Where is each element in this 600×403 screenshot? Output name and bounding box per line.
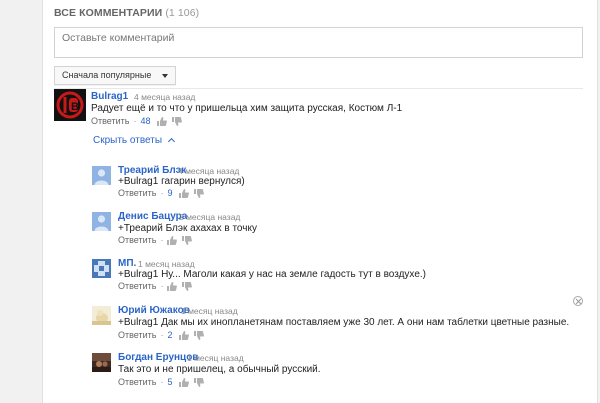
comment-box[interactable]	[54, 27, 583, 58]
thumb-down-icon[interactable]	[193, 330, 204, 340]
thumb-up-icon[interactable]	[167, 235, 178, 245]
close-icon[interactable]	[573, 296, 583, 306]
thumb-up-icon[interactable]	[156, 116, 167, 126]
comment-text: +Bulrag1 Дак мы их инопланетянам поставл…	[118, 317, 570, 328]
caret-down-icon	[162, 74, 169, 78]
reply-button[interactable]: Ответить	[118, 377, 156, 387]
comment-text: +Bulrag1 гагарин вернулся)	[118, 176, 245, 187]
comment-input[interactable]	[55, 28, 582, 57]
thumb-up-icon[interactable]	[178, 377, 189, 387]
like-count: 5	[167, 377, 173, 387]
like-count: 9	[167, 188, 173, 198]
comment-time[interactable]: 1 месяц назад	[138, 259, 195, 269]
comment-text: +Bulrag1 Ну... Маголи какая у нас на зем…	[118, 269, 426, 280]
thumb-down-icon[interactable]	[182, 281, 193, 291]
comment-author[interactable]: Треарий Блэк	[118, 165, 186, 176]
separator: ·	[160, 188, 164, 198]
comment-author[interactable]: Bulrag1	[91, 91, 128, 102]
comment-time[interactable]: 1 месяц назад	[181, 306, 238, 316]
comment-actions: Ответить ·	[118, 281, 197, 291]
thumb-up-icon[interactable]	[178, 330, 189, 340]
avatar-photo-icon[interactable]	[92, 353, 111, 372]
reply-item: Денис Бацура 2 месяца назад +Треарий Блэ…	[92, 211, 572, 247]
like-count: 48	[140, 116, 151, 126]
like-count: 2	[167, 330, 173, 340]
sort-label: Сначала популярные	[62, 70, 152, 80]
avatar-default-icon[interactable]	[92, 166, 111, 185]
reply-item: Треарий Блэк 4 месяца назад +Bulrag1 гаг…	[92, 165, 572, 201]
comment-actions: Ответить ·	[118, 235, 197, 245]
comments-count: (1 106)	[165, 7, 200, 19]
comment-time[interactable]: 4 месяца назад	[178, 166, 239, 176]
avatar-pattern-icon[interactable]	[92, 259, 111, 278]
separator: ·	[160, 377, 164, 387]
comment-actions: Ответить · 48	[91, 116, 187, 126]
comment-time[interactable]: 1 месяц назад	[187, 353, 244, 363]
comment-author[interactable]: Юрий Южаков	[118, 305, 190, 316]
reply-item: МП. 1 месяц назад +Bulrag1 Ну... Маголи …	[92, 258, 572, 294]
reply-button[interactable]: Ответить	[91, 116, 129, 126]
svg-text:B: B	[71, 101, 79, 113]
comment-time[interactable]: 4 месяца назад	[134, 92, 195, 102]
comments-title: ВСЕ КОММЕНТАРИИ	[54, 7, 163, 19]
separator: ·	[160, 330, 164, 340]
thumb-down-icon[interactable]	[193, 377, 204, 387]
chevron-up-icon	[167, 137, 175, 146]
thumb-up-icon[interactable]	[178, 188, 189, 198]
comment-text: +Треарий Блэк ахахах в точку	[118, 223, 257, 234]
reply-item: Богдан Ерунцов 1 месяц назад Так это и н…	[92, 352, 572, 388]
reply-button[interactable]: Ответить	[118, 235, 156, 245]
comments-header: ВСЕ КОММЕНТАРИИ (1 106)	[54, 7, 199, 19]
thumb-down-icon[interactable]	[182, 235, 193, 245]
comment-text: Радует ещё и то что у пришельца хим защи…	[91, 103, 403, 114]
avatar-default-icon[interactable]	[92, 212, 111, 231]
comment-top: B Bulrag1 4 месяца назад Радует ещё и то…	[54, 89, 574, 129]
avatar-photo-icon[interactable]	[92, 306, 111, 325]
comment-actions: Ответить · 5	[118, 377, 209, 387]
hide-replies-toggle[interactable]: Скрыть ответы	[93, 135, 175, 146]
thumb-down-icon[interactable]	[171, 116, 182, 126]
avatar-logo-icon: B	[54, 89, 86, 121]
thumb-down-icon[interactable]	[193, 188, 204, 198]
reply-item: Юрий Южаков 1 месяц назад +Bulrag1 Дак м…	[92, 305, 572, 341]
reply-button[interactable]: Ответить	[118, 330, 156, 340]
comment-actions: Ответить · 9	[118, 188, 209, 198]
reply-button[interactable]: Ответить	[118, 281, 156, 291]
comments-panel	[42, 0, 598, 403]
comment-author[interactable]: МП.	[118, 258, 136, 269]
separator: ·	[160, 235, 164, 245]
comment-time[interactable]: 2 месяца назад	[179, 212, 240, 222]
comment-text: Так это и не пришелец, а обычный русский…	[118, 364, 321, 375]
comment-author[interactable]: Денис Бацура	[118, 211, 187, 222]
separator: ·	[133, 116, 137, 126]
hide-replies-label: Скрыть ответы	[93, 135, 163, 146]
reply-button[interactable]: Ответить	[118, 188, 156, 198]
separator: ·	[160, 281, 164, 291]
comment-actions: Ответить · 2	[118, 330, 209, 340]
sort-dropdown[interactable]: Сначала популярные	[54, 66, 177, 85]
thumb-up-icon[interactable]	[167, 281, 178, 291]
avatar[interactable]: B	[54, 89, 86, 121]
